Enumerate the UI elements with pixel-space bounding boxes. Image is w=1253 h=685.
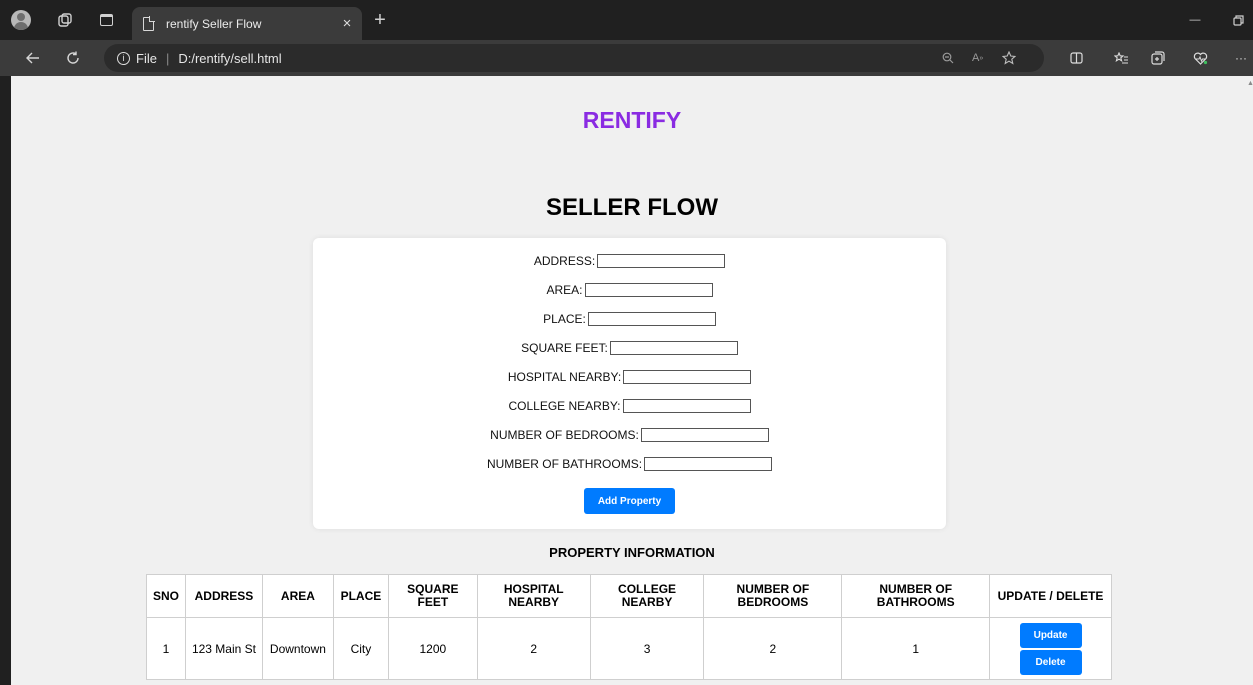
- form-row-college: COLLEGE NEARBY:: [313, 398, 946, 414]
- cell-bedrooms: 2: [703, 617, 843, 680]
- bedrooms-input[interactable]: [640, 428, 769, 442]
- cell-sno: 1: [146, 617, 186, 680]
- place-input[interactable]: [587, 312, 716, 326]
- col-header-hospital-nearby: HOSPITAL NEARBY: [476, 574, 591, 618]
- cell-college-nearby: 3: [589, 617, 705, 680]
- area-label: AREA:: [546, 283, 583, 297]
- read-aloud-icon[interactable]: A»: [972, 44, 983, 72]
- health-icon[interactable]: [1188, 40, 1212, 76]
- cell-actions: Update Delete: [989, 617, 1112, 680]
- bathrooms-label: NUMBER OF BATHROOMS:: [486, 457, 643, 471]
- form-row-address: ADDRESS:: [313, 253, 946, 269]
- tab-title: rentify Seller Flow: [166, 16, 262, 31]
- restore-icon[interactable]: [1228, 0, 1248, 40]
- update-button[interactable]: Update: [1019, 622, 1082, 648]
- favorite-star-icon[interactable]: [1002, 44, 1016, 72]
- url-scheme: File: [136, 50, 157, 66]
- place-label: PLACE:: [543, 312, 586, 326]
- collections-icon[interactable]: [1146, 40, 1170, 76]
- cell-square-feet: 1200: [387, 617, 478, 680]
- table-row: 1 123 Main St Downtown City 1200 2 3 2 1…: [146, 617, 1112, 680]
- back-arrow-icon[interactable]: [22, 40, 44, 76]
- square-feet-input[interactable]: [609, 341, 738, 355]
- col-header-actions: UPDATE / DELETE: [989, 574, 1112, 618]
- zoom-icon[interactable]: [942, 44, 954, 72]
- table-header-row: SNO ADDRESS AREA PLACE SQUARE FEET HOSPI…: [146, 574, 1112, 618]
- col-header-college-nearby: COLLEGE NEARBY: [589, 574, 705, 618]
- form-row-hospital: HOSPITAL NEARBY:: [313, 369, 946, 385]
- address-input[interactable]: [597, 254, 726, 268]
- delete-button[interactable]: Delete: [1019, 649, 1082, 675]
- college-nearby-input[interactable]: [622, 399, 751, 413]
- page-viewport: RENTIFY SELLER FLOW ADDRESS: AREA: PLACE…: [11, 76, 1253, 685]
- square-feet-label: SQUARE FEET:: [521, 341, 608, 355]
- scroll-up-arrow-icon[interactable]: ▲: [1247, 80, 1253, 90]
- table-title: PROPERTY INFORMATION: [549, 545, 715, 560]
- form-row-area: AREA:: [313, 282, 946, 298]
- col-header-bathrooms: NUMBER OF BATHROOMS: [841, 574, 991, 618]
- hospital-nearby-label: HOSPITAL NEARBY:: [507, 370, 622, 384]
- add-property-button[interactable]: Add Property: [584, 488, 675, 514]
- area-input[interactable]: [584, 283, 713, 297]
- bathrooms-input[interactable]: [644, 457, 773, 471]
- refresh-icon[interactable]: [62, 40, 84, 76]
- form-row-place: PLACE:: [313, 311, 946, 327]
- property-table: SNO ADDRESS AREA PLACE SQUARE FEET HOSPI…: [146, 574, 1112, 680]
- address-bar: i File | D:/rentify/sell.html A» ···: [0, 40, 1253, 76]
- tab-bar: rentify Seller Flow × + —: [0, 0, 1253, 40]
- page-title: SELLER FLOW: [546, 194, 718, 221]
- page-icon: [143, 15, 155, 31]
- hospital-nearby-input[interactable]: [623, 370, 752, 384]
- college-nearby-label: COLLEGE NEARBY:: [508, 399, 621, 413]
- minimize-icon[interactable]: —: [1180, 0, 1210, 40]
- profile-avatar-icon[interactable]: [11, 10, 31, 30]
- close-icon[interactable]: ×: [332, 15, 362, 32]
- favorites-icon[interactable]: [1109, 40, 1133, 76]
- active-tab[interactable]: rentify Seller Flow ×: [132, 7, 362, 40]
- split-screen-icon[interactable]: [1064, 40, 1088, 76]
- tab-actions-icon[interactable]: [95, 0, 117, 40]
- form-row-bathrooms: NUMBER OF BATHROOMS:: [313, 456, 946, 472]
- cell-bathrooms: 1: [841, 617, 991, 680]
- cell-place: City: [332, 617, 389, 680]
- form-row-bedrooms: NUMBER OF BEDROOMS:: [313, 427, 946, 443]
- col-header-bedrooms: NUMBER OF BEDROOMS: [703, 574, 843, 618]
- url-path: D:/rentify/sell.html: [178, 50, 282, 66]
- cell-address: 123 Main St: [184, 617, 263, 680]
- workspaces-icon[interactable]: [54, 0, 76, 40]
- more-icon[interactable]: ···: [1229, 40, 1253, 76]
- page-scrollbar[interactable]: [1247, 76, 1253, 685]
- col-header-sno: SNO: [146, 574, 186, 618]
- col-header-square-feet: SQUARE FEET: [387, 574, 478, 618]
- plus-icon[interactable]: +: [368, 0, 392, 40]
- col-header-area: AREA: [261, 574, 334, 618]
- property-form: ADDRESS: AREA: PLACE: SQUARE FEET: HOSPI…: [313, 238, 946, 529]
- cell-hospital-nearby: 2: [476, 617, 591, 680]
- brand-logo: RENTIFY: [582, 107, 682, 133]
- col-header-address: ADDRESS: [184, 574, 263, 618]
- bedrooms-label: NUMBER OF BEDROOMS:: [490, 428, 639, 442]
- cell-area: Downtown: [261, 617, 334, 680]
- col-header-place: PLACE: [332, 574, 389, 618]
- address-label: ADDRESS:: [533, 254, 596, 268]
- url-separator: |: [165, 50, 170, 66]
- info-icon[interactable]: i: [117, 51, 130, 65]
- url-field[interactable]: i File | D:/rentify/sell.html A»: [104, 44, 1044, 72]
- form-row-square-feet: SQUARE FEET:: [313, 340, 946, 356]
